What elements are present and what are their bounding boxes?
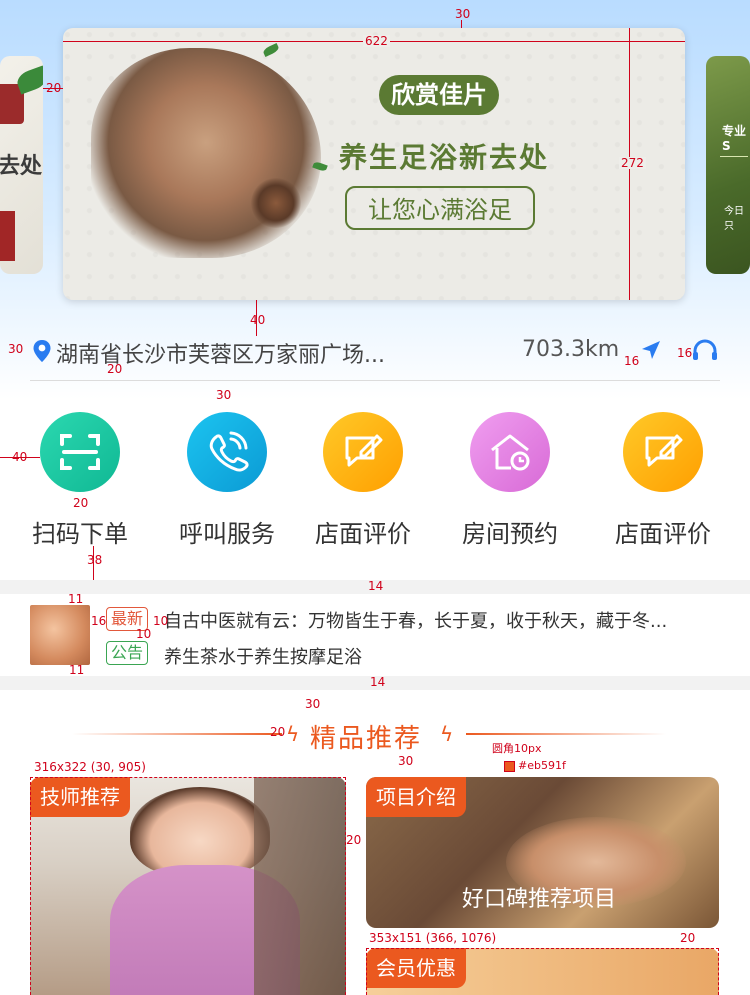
banner-next-card[interactable]: 专业S 今日只 (706, 56, 750, 274)
annotation-label: 圆角10px (492, 742, 542, 755)
banner-headline: 养生足浴新去处 (338, 141, 549, 174)
annotation-label: 20 (680, 931, 696, 945)
navigate-icon[interactable] (640, 339, 662, 361)
quick-action-label: 店面评价 (315, 520, 411, 548)
quick-action-label: 店面评价 (615, 520, 711, 548)
annotation-label: 40 (12, 450, 28, 464)
promo-banner[interactable]: 欣赏佳片 养生足浴新去处 让您心满浴足 (63, 28, 685, 300)
quick-action-label: 扫码下单 (32, 520, 128, 548)
annotation-label: 30 (8, 342, 24, 356)
annotation-label: 16 (91, 614, 107, 628)
annotation-box (30, 777, 346, 995)
annotation-label: 10 (136, 627, 152, 641)
annotation-label: 20 (46, 81, 62, 95)
annotation-box (366, 948, 719, 995)
annotation-label: 353x151 (366, 1076) (369, 931, 497, 945)
phone-icon (187, 412, 267, 492)
annotation-label: 10 (153, 614, 169, 628)
annotation-label: 316x322 (30, 905) (34, 760, 146, 774)
annotation-label: 14 (368, 579, 384, 593)
banner-prev-text: 去处 (0, 153, 43, 179)
home-clock-icon (470, 412, 550, 492)
quick-action-label: 呼叫服务 (179, 520, 275, 548)
banner-next-text: 专业S (722, 124, 747, 153)
project-card-label: 项目介绍 (366, 777, 466, 817)
annotation-label: 20 (270, 725, 286, 739)
annotation-label: 16 (677, 346, 693, 360)
annotation-label: 20 (346, 833, 362, 847)
notice-tag-announcement: 公告 (106, 641, 149, 665)
annotation-label: 30 (305, 697, 321, 711)
location-address: 湖南省长沙市芙蓉区万家丽广场... (56, 343, 385, 368)
section-title: 精品推荐 (310, 724, 423, 754)
annotation-label: 622 (363, 34, 390, 48)
location-bar[interactable]: 湖南省长沙市芙蓉区万家丽广场... 703.3km (30, 332, 720, 372)
quick-action-booking[interactable]: 房间预约 (445, 412, 575, 549)
notice-text[interactable]: 自古中医就有云：万物皆生于春，长于夏，收于秋天，藏于冬... (164, 607, 667, 633)
annotation-label: 38 (87, 553, 103, 567)
annotation-label: #eb591f (518, 759, 566, 772)
notice-thumbnail (30, 605, 90, 665)
project-card-caption: 好口碑推荐项目 (462, 887, 617, 912)
quick-action-review[interactable]: 店面评价 (298, 412, 428, 549)
annotation-label: 20 (107, 362, 123, 376)
annotation-line (461, 20, 462, 28)
stones-decor (251, 178, 301, 228)
annotation-label: 11 (68, 592, 84, 606)
annotation-label: 20 (73, 496, 89, 510)
section-deco-left (72, 733, 282, 735)
location-divider (30, 380, 720, 381)
annotation-label: 30 (455, 7, 471, 21)
review-icon (323, 412, 403, 492)
color-swatch (504, 761, 515, 772)
section-deco-bolt-left: ϟ (286, 722, 300, 746)
notice-text[interactable]: 养生茶水于养生按摩足浴 (164, 643, 362, 669)
annotation-label: 30 (216, 388, 232, 402)
section-deco-bolt-right: ϟ (440, 722, 454, 746)
quick-action-label: 房间预约 (462, 520, 558, 548)
annotation-label: 40 (250, 313, 266, 327)
banner-tag: 欣赏佳片 (379, 75, 499, 115)
project-card[interactable]: 项目介绍 好口碑推荐项目 (366, 777, 719, 928)
banner-prev-card[interactable]: 去处 (0, 56, 43, 274)
annotation-label: 16 (624, 354, 640, 368)
headset-icon[interactable] (692, 339, 718, 361)
quick-action-scan[interactable]: 扫码下单 (15, 412, 145, 549)
review-icon (623, 412, 703, 492)
scan-icon (40, 412, 120, 492)
banner-subline: 让您心满浴足 (345, 186, 535, 230)
location-distance: 703.3km (522, 337, 620, 362)
annotation-label: 30 (398, 754, 414, 768)
quick-action-review-2[interactable]: 店面评价 (598, 412, 728, 549)
quick-action-call[interactable]: 呼叫服务 (162, 412, 292, 549)
annotation-label: 14 (370, 675, 386, 689)
location-pin-icon (33, 340, 51, 362)
banner-next-sub: 今日只 (724, 206, 744, 232)
section-deco-right (466, 733, 666, 735)
annotation-label: 272 (619, 156, 646, 170)
annotation-label: 11 (69, 663, 85, 677)
